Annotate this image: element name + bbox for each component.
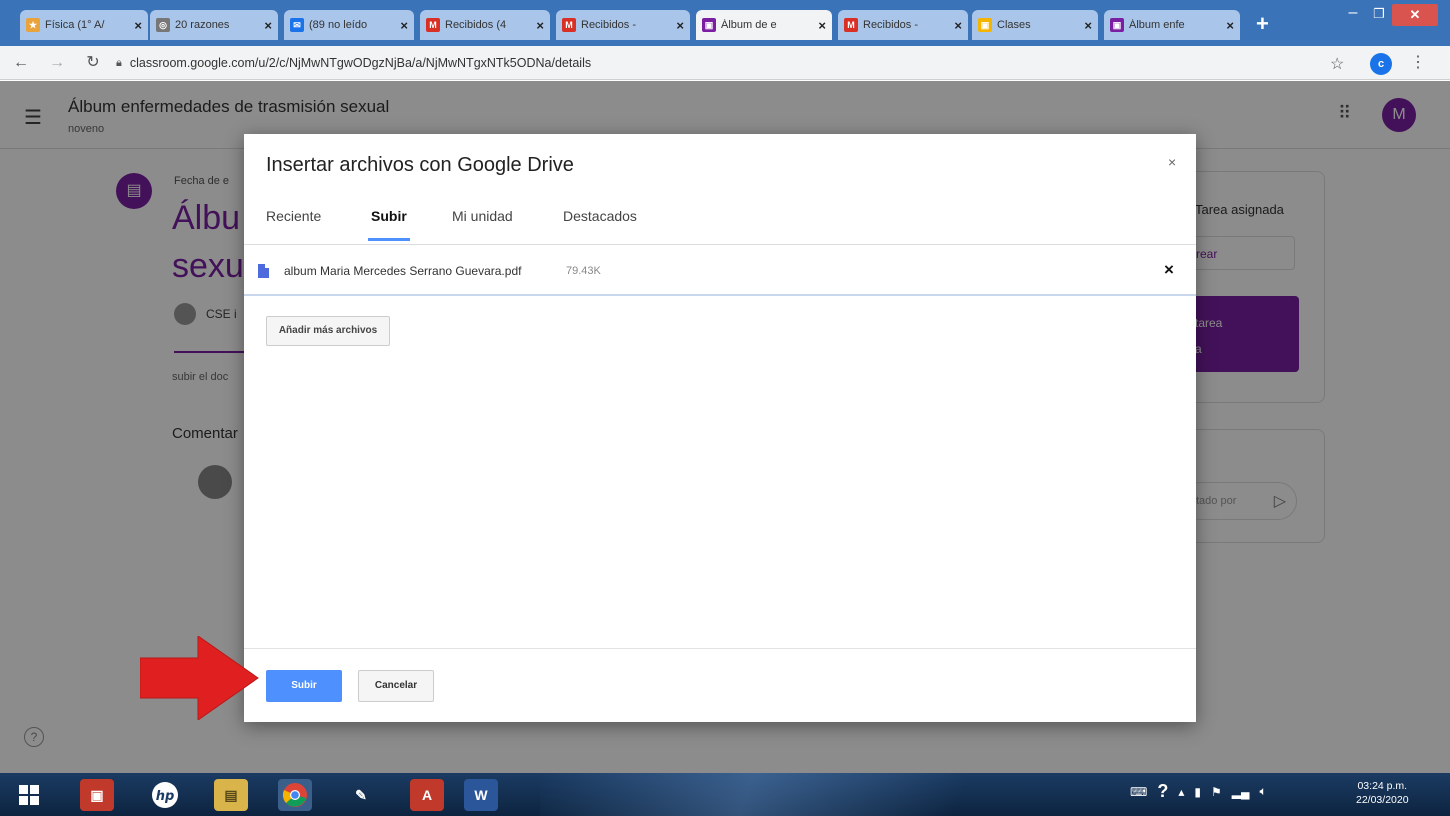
close-tab-icon[interactable]: × [1084, 18, 1092, 33]
classroom-icon: ▣ [702, 18, 716, 32]
reload-icon[interactable]: ↻ [82, 52, 104, 74]
hp-icon[interactable]: hp [148, 779, 182, 811]
browser-tab-strip: ★ Física (1° A/ × ◎ 20 razones × ✉ (89 n… [0, 0, 1450, 46]
volume-icon[interactable]: 🔈︎ [1259, 784, 1266, 799]
forward-arrow-icon[interactable]: → [46, 52, 68, 74]
browser-tab[interactable]: ✉ (89 no leído × [284, 10, 414, 40]
tab-recent[interactable]: Reciente [266, 208, 321, 224]
tab-title: Álbum de e [721, 19, 777, 31]
tab-upload[interactable]: Subir [371, 208, 407, 224]
close-window-icon[interactable]: ✕ [1392, 4, 1438, 26]
help-tray-icon[interactable]: ? [1157, 781, 1168, 802]
close-tab-icon[interactable]: × [818, 18, 826, 33]
clock-date: 22/03/2020 [1356, 794, 1409, 806]
adobe-reader-icon[interactable]: A [410, 779, 444, 811]
divider [244, 244, 1196, 245]
favicon-icon: ◎ [156, 18, 170, 32]
clock-time: 03:24 p.m. [1357, 780, 1408, 792]
insert-files-dialog: Insertar archivos con Google Drive × Rec… [244, 134, 1196, 722]
gmail-icon: M [562, 18, 576, 32]
tab-title: Álbum enfe [1129, 19, 1185, 31]
windows-start-icon[interactable] [14, 779, 44, 811]
browser-menu-icon[interactable]: ⋮ [1410, 52, 1426, 72]
tab-my-drive[interactable]: Mi unidad [452, 208, 513, 224]
tab-title: Recibidos - [863, 19, 919, 31]
show-hidden-icons[interactable]: ▴ [1178, 785, 1184, 799]
red-arrow-annotation [140, 636, 259, 720]
browser-tab-active[interactable]: ▣ Álbum de e × [696, 10, 832, 40]
tab-title: (89 no leído [309, 19, 368, 31]
address-bar: ← → ↻ 🔒︎ classroom.google.com/u/2/c/NjMw… [0, 46, 1450, 80]
close-tab-icon[interactable]: × [676, 18, 684, 33]
windows-taskbar: ▣ hp ▤ ✎ A W ⌨ ? ▴ ▮ ⚑ ▂▄ 🔈︎ 03:24 p.m. … [0, 773, 1450, 816]
close-tab-icon[interactable]: × [134, 18, 142, 33]
selected-tab-indicator [368, 238, 410, 241]
classroom-icon: ▣ [978, 18, 992, 32]
mail-icon: ✉ [290, 18, 304, 32]
svg-text:hp: hp [156, 789, 175, 804]
bookmark-star-icon[interactable]: ☆ [1330, 54, 1344, 74]
divider [244, 648, 1196, 649]
word-icon[interactable]: W [464, 779, 498, 811]
restore-window-icon[interactable]: ❐ [1368, 6, 1390, 24]
upload-file-row: album Maria Mercedes Serrano Guevara.pdf… [244, 248, 1196, 296]
add-more-files-button[interactable]: Añadir más archivos [266, 316, 390, 346]
tab-title: Recibidos (4 [445, 19, 507, 31]
browser-profile-avatar[interactable]: c [1370, 53, 1392, 75]
url-field[interactable]: 🔒︎ classroom.google.com/u/2/c/NjMwNTgwOD… [116, 50, 1316, 76]
file-name: album Maria Mercedes Serrano Guevara.pdf [284, 264, 522, 278]
signal-icon[interactable]: ▂▄ [1232, 785, 1250, 799]
file-explorer-icon[interactable]: ▤ [214, 779, 248, 811]
keyboard-icon[interactable]: ⌨ [1130, 785, 1147, 799]
paint-icon[interactable]: ✎ [344, 779, 378, 811]
tab-title: 20 razones [175, 19, 230, 31]
network-icon[interactable]: ▮ [1194, 785, 1201, 799]
url-text: classroom.google.com/u/2/c/NjMwNTgwODgzN… [129, 56, 592, 70]
browser-tab[interactable]: M Recibidos (4 × [420, 10, 550, 40]
favicon-icon: ★ [26, 18, 40, 32]
tab-starred[interactable]: Destacados [563, 208, 637, 224]
tab-title: Física (1° A/ [45, 19, 105, 31]
close-dialog-icon[interactable]: × [1168, 154, 1176, 170]
cancel-button[interactable]: Cancelar [358, 670, 434, 702]
classroom-icon: ▣ [1110, 18, 1124, 32]
file-document-icon [258, 264, 269, 278]
minimize-window-icon[interactable]: – [1340, 5, 1366, 24]
chrome-icon[interactable] [278, 779, 312, 811]
browser-tab[interactable]: M Recibidos - × [556, 10, 690, 40]
gmail-icon: M [844, 18, 858, 32]
upload-button[interactable]: Subir [266, 670, 342, 702]
system-tray: ⌨ ? ▴ ▮ ⚑ ▂▄ 🔈︎ [1130, 781, 1267, 802]
system-clock[interactable]: 03:24 p.m. 22/03/2020 [1356, 779, 1409, 807]
browser-tab[interactable]: ◎ 20 razones × [150, 10, 278, 40]
file-size: 79.43K [566, 265, 601, 277]
close-tab-icon[interactable]: × [536, 18, 544, 33]
remove-file-icon[interactable]: × [1164, 260, 1174, 280]
browser-tab[interactable]: ★ Física (1° A/ × [20, 10, 148, 40]
close-tab-icon[interactable]: × [1226, 18, 1234, 33]
browser-tab[interactable]: ▣ Clases × [972, 10, 1098, 40]
tab-title: Clases [997, 19, 1031, 31]
lock-icon: 🔒︎ [116, 56, 122, 69]
close-tab-icon[interactable]: × [400, 18, 408, 33]
close-tab-icon[interactable]: × [954, 18, 962, 33]
back-arrow-icon[interactable]: ← [10, 52, 32, 74]
browser-tab[interactable]: M Recibidos - × [838, 10, 968, 40]
tab-title: Recibidos - [581, 19, 637, 31]
dialog-title: Insertar archivos con Google Drive [266, 154, 574, 176]
close-tab-icon[interactable]: × [264, 18, 272, 33]
gmail-icon: M [426, 18, 440, 32]
browser-tab[interactable]: ▣ Álbum enfe × [1104, 10, 1240, 40]
flag-icon[interactable]: ⚑ [1211, 785, 1222, 799]
new-tab-button[interactable]: + [1256, 13, 1269, 35]
app-icon[interactable]: ▣ [80, 779, 114, 811]
